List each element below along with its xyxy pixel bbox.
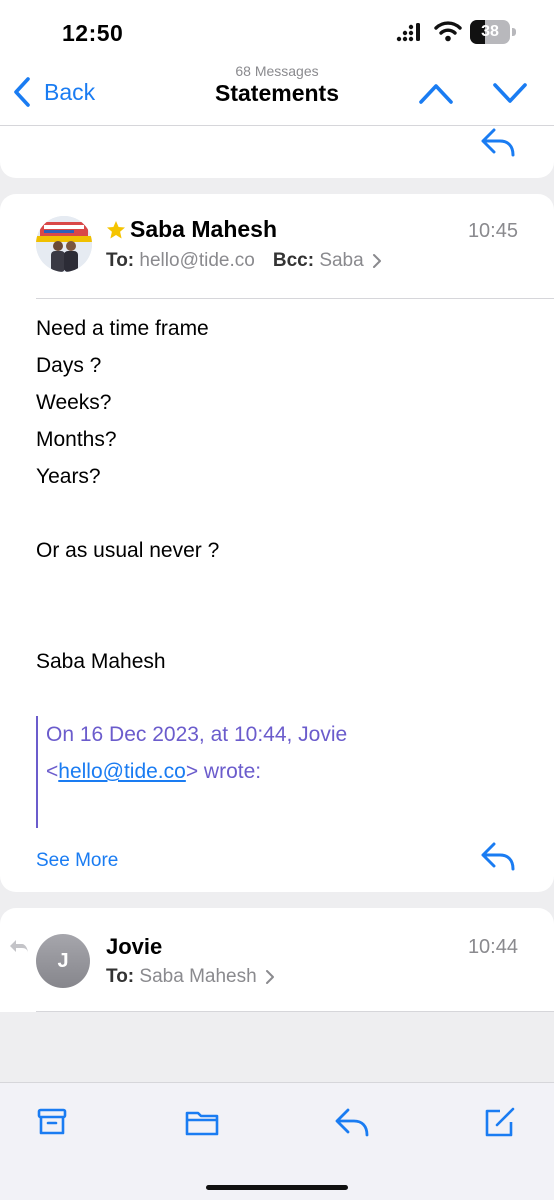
star-icon [107, 221, 125, 239]
body-line: Months? [36, 428, 117, 451]
bcc-label: Bcc: [272, 250, 315, 271]
to-value: hello@tide.co [139, 250, 255, 271]
home-indicator [206, 1185, 348, 1190]
quote-wrote: > wrote: [185, 760, 262, 783]
message-count: 68 Messages [235, 63, 319, 79]
to-value: Saba Mahesh [139, 966, 257, 987]
chevron-up-icon[interactable] [418, 78, 454, 108]
message-card: Saba Mahesh 10:45 To: hello@tide.co Bcc:… [0, 194, 554, 892]
status-time: 12:50 [62, 20, 124, 46]
to-label: To: [106, 250, 135, 271]
archive-icon[interactable] [34, 1105, 70, 1139]
quote-bracket: < [46, 760, 59, 783]
replied-icon [10, 940, 28, 954]
wifi-icon [434, 21, 462, 42]
mailbox-title: Statements [215, 80, 339, 106]
divider [36, 1011, 554, 1012]
body-line: Need a time frame [36, 317, 209, 340]
status-bar: 12:50 38 [0, 0, 554, 60]
recipients-row[interactable]: To: Saba Mahesh [106, 966, 275, 988]
message-time: 10:44 [467, 936, 518, 958]
body-line: Days ? [36, 354, 102, 377]
recipients-row[interactable]: To: hello@tide.co Bcc: Saba [106, 250, 382, 272]
body-line: Or as usual never ? [36, 539, 220, 562]
quoted-text: On 16 Dec 2023, at 10:44, Jovie <hello@t… [36, 716, 347, 828]
body-line: Years? [36, 465, 101, 488]
battery-icon: 38 [470, 20, 516, 44]
message-time: 10:45 [467, 220, 518, 242]
chevron-down-icon[interactable] [492, 78, 528, 108]
signal-icon [396, 23, 420, 42]
chevron-right-icon [372, 254, 381, 268]
quote-email-link[interactable]: hello@tide.co [58, 760, 186, 783]
folder-icon[interactable] [184, 1105, 220, 1139]
previous-message-card [0, 126, 554, 178]
sender-name: Saba Mahesh [130, 216, 277, 242]
quote-line: <hello@tide.co> wrote: [46, 753, 347, 790]
avatar [36, 216, 92, 272]
body-line [36, 569, 219, 606]
next-message-card[interactable]: J Jovie 10:44 To: Saba Mahesh [0, 908, 554, 1012]
body-line [36, 495, 219, 532]
divider [36, 298, 554, 299]
battery-percent: 38 [481, 23, 499, 40]
to-label: To: [106, 966, 135, 987]
avatar: J [36, 934, 90, 988]
body-line: Saba Mahesh [36, 650, 166, 673]
quote-line: On 16 Dec 2023, at 10:44, Jovie [46, 723, 348, 746]
message-body: Need a time frame Days ? Weeks? Months? … [36, 310, 219, 680]
reply-icon[interactable] [480, 126, 516, 158]
chevron-right-icon [265, 970, 274, 984]
bcc-value: Saba [319, 250, 364, 271]
reply-icon[interactable] [480, 840, 516, 872]
body-line: Weeks? [36, 391, 112, 414]
nav-bar: Back 68 Messages Statements [0, 60, 554, 126]
see-more-link[interactable]: See More [36, 850, 118, 872]
body-line [36, 606, 219, 643]
bottom-toolbar [0, 1082, 554, 1200]
sender-name: Jovie [106, 934, 163, 959]
reply-icon[interactable] [334, 1105, 370, 1139]
compose-icon[interactable] [482, 1105, 518, 1139]
